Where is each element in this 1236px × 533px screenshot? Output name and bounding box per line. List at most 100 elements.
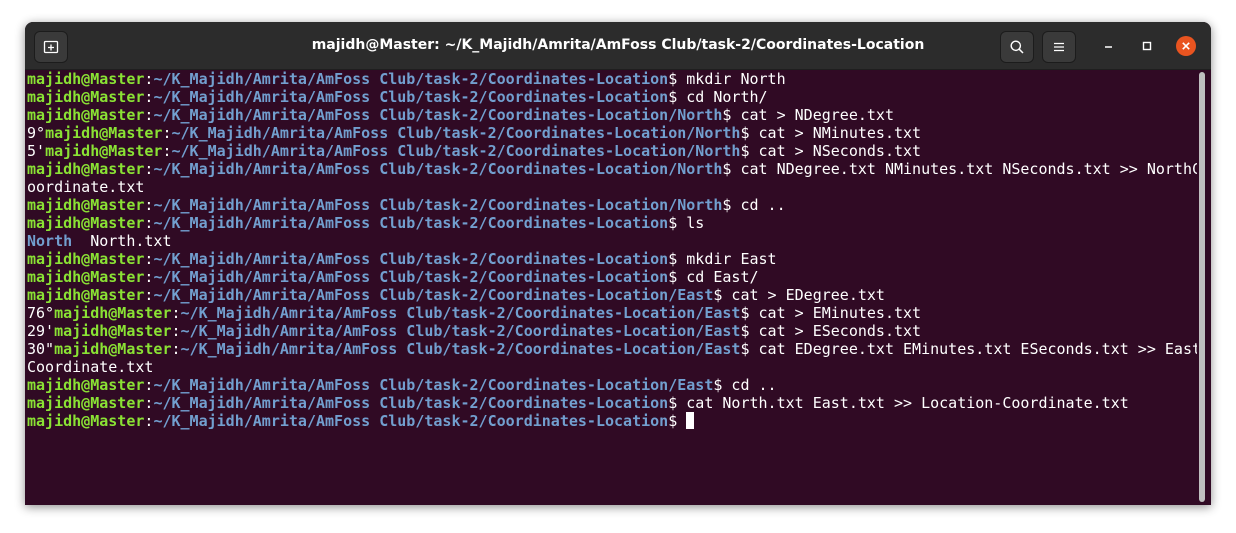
terminal-line: majidh@Master:~/K_Majidh/Amrita/AmFoss C… xyxy=(27,268,1197,286)
command-text: $ cat > EMinutes.txt xyxy=(740,304,922,322)
prompt-user-host: majidh@Master xyxy=(27,196,145,214)
command-text: $ cat > EDegree.txt xyxy=(713,286,885,304)
prompt-path: ~/K_Majidh/Amrita/AmFoss Club/task-2/Coo… xyxy=(180,304,741,322)
title-bar[interactable]: majidh@Master: ~/K_Majidh/Amrita/AmFoss … xyxy=(25,22,1211,70)
minimize-icon xyxy=(1105,46,1112,48)
prompt-user-host: majidh@Master xyxy=(45,142,163,160)
prompt-user-host: majidh@Master xyxy=(27,106,145,124)
command-text: $ mkdir North xyxy=(668,70,786,88)
terminal-line: 5'majidh@Master:~/K_Majidh/Amrita/AmFoss… xyxy=(27,142,1197,160)
prompt-path: ~/K_Majidh/Amrita/AmFoss Club/task-2/Coo… xyxy=(153,196,723,214)
prompt-path: ~/K_Majidh/Amrita/AmFoss Club/task-2/Coo… xyxy=(153,376,714,394)
command-text: $ xyxy=(668,412,687,430)
prompt-path: ~/K_Majidh/Amrita/AmFoss Club/task-2/Coo… xyxy=(180,322,741,340)
terminal-line: majidh@Master:~/K_Majidh/Amrita/AmFoss C… xyxy=(27,286,1197,304)
search-icon xyxy=(1010,40,1024,54)
maximize-button[interactable] xyxy=(1137,36,1157,56)
prompt-user-host: majidh@Master xyxy=(54,340,172,358)
hamburger-menu-icon xyxy=(1054,42,1064,52)
output-text: North.txt xyxy=(72,232,172,250)
terminal-line: majidh@Master:~/K_Majidh/Amrita/AmFoss C… xyxy=(27,412,1197,430)
prompt-path: ~/K_Majidh/Amrita/AmFoss Club/task-2/Coo… xyxy=(153,412,669,430)
prompt-user-host: majidh@Master xyxy=(54,304,172,322)
scrollbar[interactable] xyxy=(1199,72,1205,502)
command-text: $ cat > NMinutes.txt xyxy=(740,124,922,142)
command-text: $ cat NDegree.txt NMinutes.txt NSeconds.… xyxy=(722,160,1197,178)
command-output: 9° xyxy=(27,124,46,142)
terminal-line: majidh@Master:~/K_Majidh/Amrita/AmFoss C… xyxy=(27,196,1197,214)
terminal-line: North North.txt xyxy=(27,232,1197,250)
prompt-separator: : xyxy=(162,142,172,160)
terminal-window: majidh@Master: ~/K_Majidh/Amrita/AmFoss … xyxy=(25,22,1211,505)
prompt-path: ~/K_Majidh/Amrita/AmFoss Club/task-2/Coo… xyxy=(153,106,723,124)
output-text: oordinate.txt xyxy=(27,178,145,196)
terminal-line: majidh@Master:~/K_Majidh/Amrita/AmFoss C… xyxy=(27,106,1197,124)
prompt-path: ~/K_Majidh/Amrita/AmFoss Club/task-2/Coo… xyxy=(153,214,669,232)
terminal-line: Coordinate.txt xyxy=(27,358,1197,376)
command-text: $ cat > NDegree.txt xyxy=(722,106,894,124)
prompt-user-host: majidh@Master xyxy=(27,394,145,412)
prompt-user-host: majidh@Master xyxy=(54,322,172,340)
prompt-user-host: majidh@Master xyxy=(27,412,145,430)
prompt-path: ~/K_Majidh/Amrita/AmFoss Club/task-2/Coo… xyxy=(153,268,669,286)
terminal-line: 30"majidh@Master:~/K_Majidh/Amrita/AmFos… xyxy=(27,340,1197,358)
command-text: $ cd .. xyxy=(713,376,777,394)
command-output: 5' xyxy=(27,142,46,160)
command-output: 76° xyxy=(27,304,55,322)
prompt-path: ~/K_Majidh/Amrita/AmFoss Club/task-2/Coo… xyxy=(171,124,741,142)
terminal-line: majidh@Master:~/K_Majidh/Amrita/AmFoss C… xyxy=(27,250,1197,268)
terminal-output[interactable]: majidh@Master:~/K_Majidh/Amrita/AmFoss C… xyxy=(27,70,1197,500)
prompt-user-host: majidh@Master xyxy=(27,160,145,178)
prompt-separator: : xyxy=(171,304,181,322)
command-text: $ cat EDegree.txt EMinutes.txt ESeconds.… xyxy=(740,340,1197,358)
terminal-line: 76°majidh@Master:~/K_Majidh/Amrita/AmFos… xyxy=(27,304,1197,322)
prompt-separator: : xyxy=(171,322,181,340)
prompt-user-host: majidh@Master xyxy=(27,214,145,232)
terminal-line: 29'majidh@Master:~/K_Majidh/Amrita/AmFos… xyxy=(27,322,1197,340)
terminal-line: oordinate.txt xyxy=(27,178,1197,196)
prompt-user-host: majidh@Master xyxy=(27,268,145,286)
prompt-path: ~/K_Majidh/Amrita/AmFoss Club/task-2/Coo… xyxy=(153,160,723,178)
terminal-line: majidh@Master:~/K_Majidh/Amrita/AmFoss C… xyxy=(27,70,1197,88)
directory-entry: North xyxy=(27,232,73,250)
prompt-path: ~/K_Majidh/Amrita/AmFoss Club/task-2/Coo… xyxy=(180,340,741,358)
command-output: 29' xyxy=(27,322,55,340)
prompt-path: ~/K_Majidh/Amrita/AmFoss Club/task-2/Coo… xyxy=(153,286,714,304)
prompt-user-host: majidh@Master xyxy=(27,88,145,106)
command-output: 30" xyxy=(27,340,55,358)
terminal-line: majidh@Master:~/K_Majidh/Amrita/AmFoss C… xyxy=(27,214,1197,232)
prompt-user-host: majidh@Master xyxy=(27,70,145,88)
command-text: $ cd .. xyxy=(722,196,786,214)
command-text: $ cat North.txt East.txt >> Location-Coo… xyxy=(668,394,1129,412)
prompt-path: ~/K_Majidh/Amrita/AmFoss Club/task-2/Coo… xyxy=(153,394,669,412)
prompt-user-host: majidh@Master xyxy=(27,286,145,304)
menu-button[interactable] xyxy=(1042,31,1076,63)
terminal-line: majidh@Master:~/K_Majidh/Amrita/AmFoss C… xyxy=(27,88,1197,106)
prompt-user-host: majidh@Master xyxy=(27,250,145,268)
minimize-button[interactable] xyxy=(1099,36,1119,56)
prompt-path: ~/K_Majidh/Amrita/AmFoss Club/task-2/Coo… xyxy=(153,70,669,88)
command-text: $ mkdir East xyxy=(668,250,777,268)
terminal-line: 9°majidh@Master:~/K_Majidh/Amrita/AmFoss… xyxy=(27,124,1197,142)
command-text: $ cat > NSeconds.txt xyxy=(740,142,922,160)
terminal-line: majidh@Master:~/K_Majidh/Amrita/AmFoss C… xyxy=(27,376,1197,394)
prompt-user-host: majidh@Master xyxy=(27,376,145,394)
terminal-line: majidh@Master:~/K_Majidh/Amrita/AmFoss C… xyxy=(27,160,1197,178)
prompt-path: ~/K_Majidh/Amrita/AmFoss Club/task-2/Coo… xyxy=(153,88,669,106)
close-button[interactable] xyxy=(1176,36,1196,56)
maximize-icon xyxy=(1142,41,1152,51)
command-text: $ cat > ESeconds.txt xyxy=(740,322,922,340)
prompt-separator: : xyxy=(171,340,181,358)
prompt-path: ~/K_Majidh/Amrita/AmFoss Club/task-2/Coo… xyxy=(171,142,741,160)
prompt-separator: : xyxy=(162,124,172,142)
text-cursor xyxy=(686,412,695,429)
prompt-path: ~/K_Majidh/Amrita/AmFoss Club/task-2/Coo… xyxy=(153,250,669,268)
close-icon xyxy=(1176,36,1196,56)
output-text: Coordinate.txt xyxy=(27,358,154,376)
terminal-line: majidh@Master:~/K_Majidh/Amrita/AmFoss C… xyxy=(27,394,1197,412)
search-button[interactable] xyxy=(1000,31,1034,63)
command-text: $ ls xyxy=(668,214,705,232)
command-text: $ cd East/ xyxy=(668,268,759,286)
prompt-user-host: majidh@Master xyxy=(45,124,163,142)
command-text: $ cd North/ xyxy=(668,88,768,106)
